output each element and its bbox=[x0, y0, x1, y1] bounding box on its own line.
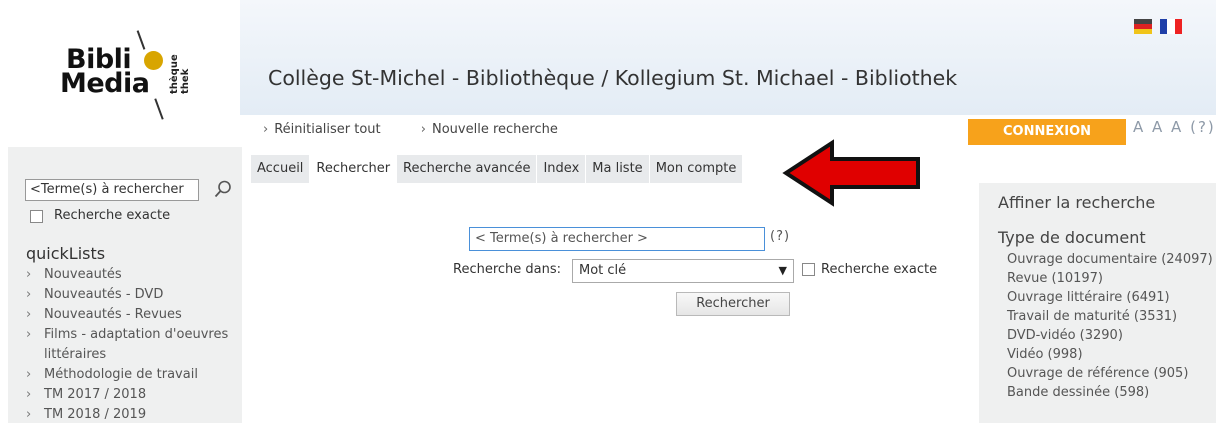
header-band bbox=[240, 0, 1216, 115]
dropdown-arrow-icon: ▼ bbox=[778, 264, 787, 277]
facet-item[interactable]: Ouvrage de référence (905) bbox=[1007, 364, 1213, 383]
tab-index[interactable]: Index bbox=[537, 155, 587, 183]
language-flags bbox=[1134, 19, 1194, 37]
checkbox[interactable] bbox=[30, 210, 43, 223]
font-size-controls[interactable]: A A A (?) bbox=[1133, 118, 1216, 136]
main-tabs: Accueil Rechercher Recherche avancée Ind… bbox=[251, 155, 744, 183]
facet-item[interactable]: Travail de maturité (3531) bbox=[1007, 307, 1213, 326]
facet-list: Ouvrage documentaire (24097) Revue (1019… bbox=[1007, 250, 1213, 402]
facets-title: Affiner la recherche bbox=[998, 193, 1156, 212]
list-item[interactable]: › Nouveautés bbox=[26, 265, 241, 285]
chevron-right-icon: › bbox=[26, 307, 32, 322]
main-search-input[interactable]: < Terme(s) à rechercher > bbox=[469, 227, 765, 251]
tab-rechercher[interactable]: Rechercher bbox=[310, 155, 398, 183]
list-item[interactable]: › TM 2018 / 2019 bbox=[26, 405, 241, 425]
help-link[interactable]: (?) bbox=[770, 229, 790, 244]
red-arrow-annotation bbox=[782, 139, 920, 207]
chevron-right-icon: › bbox=[26, 367, 32, 382]
facet-item[interactable]: DVD-vidéo (3290) bbox=[1007, 326, 1213, 345]
chevron-right-icon: › bbox=[263, 122, 269, 137]
french-flag-icon[interactable] bbox=[1160, 19, 1182, 34]
tab-mon-compte[interactable]: Mon compte bbox=[649, 155, 744, 183]
new-search-link[interactable]: › Nouvelle recherche bbox=[421, 122, 576, 137]
search-icon[interactable] bbox=[214, 180, 232, 198]
logo-slash-bottom bbox=[154, 98, 164, 120]
sidebar-search-input[interactable]: <Terme(s) à rechercher bbox=[25, 179, 199, 201]
list-item[interactable]: › Nouveautés - DVD bbox=[26, 285, 241, 305]
facet-item[interactable]: Vidéo (998) bbox=[1007, 345, 1213, 364]
chevron-right-icon: › bbox=[26, 407, 32, 422]
bibliomedia-logo[interactable]: Biblio Media thèque thek bbox=[60, 20, 230, 120]
list-item[interactable]: › Méthodologie de travail bbox=[26, 365, 241, 385]
exact-search-checkbox[interactable] bbox=[802, 263, 815, 276]
quicklists-list: › Nouveautés › Nouveautés - DVD › Nouveauté… bbox=[26, 265, 241, 425]
facet-item[interactable]: Revue (10197) bbox=[1007, 269, 1213, 288]
chevron-right-icon: › bbox=[26, 387, 32, 402]
subnav: › Réinitialiser tout › Nouvelle recherche bbox=[263, 122, 594, 137]
logo-word-media: Media bbox=[60, 68, 150, 99]
facet-item[interactable]: Bande dessinée (598) bbox=[1007, 383, 1213, 402]
facet-group-title: Type de document bbox=[998, 228, 1146, 247]
search-in-select[interactable]: Mot clé ▼ bbox=[572, 259, 794, 283]
connexion-button[interactable]: CONNEXION bbox=[968, 119, 1126, 145]
list-item[interactable]: › TM 2017 / 2018 bbox=[26, 385, 241, 405]
tab-recherche-avancee[interactable]: Recherche avancée bbox=[397, 155, 538, 183]
search-in-label: Recherche dans: bbox=[453, 262, 562, 277]
search-button[interactable]: Rechercher bbox=[676, 292, 790, 316]
tab-ma-liste[interactable]: Ma liste bbox=[586, 155, 650, 183]
facet-item[interactable]: Ouvrage documentaire (24097) bbox=[1007, 250, 1213, 269]
chevron-right-icon: › bbox=[26, 267, 32, 282]
site-title: Collège St-Michel - Bibliothèque / Kolle… bbox=[268, 66, 958, 90]
chevron-right-icon: › bbox=[420, 122, 426, 137]
quicklists-title: quickLists bbox=[26, 244, 106, 263]
facet-item[interactable]: Ouvrage littéraire (6491) bbox=[1007, 288, 1213, 307]
list-item[interactable]: › Nouveautés - Revues bbox=[26, 305, 241, 325]
chevron-right-icon: › bbox=[26, 287, 32, 302]
reset-link[interactable]: › Réinitialiser tout bbox=[263, 122, 399, 137]
exact-search-label: Recherche exacte bbox=[821, 262, 938, 277]
chevron-right-icon: › bbox=[26, 327, 32, 342]
german-flag-icon[interactable] bbox=[1134, 19, 1152, 34]
list-item[interactable]: › Films - adaptation d'oeuvres littéraire… bbox=[26, 325, 241, 365]
tab-accueil[interactable]: Accueil bbox=[251, 155, 311, 183]
